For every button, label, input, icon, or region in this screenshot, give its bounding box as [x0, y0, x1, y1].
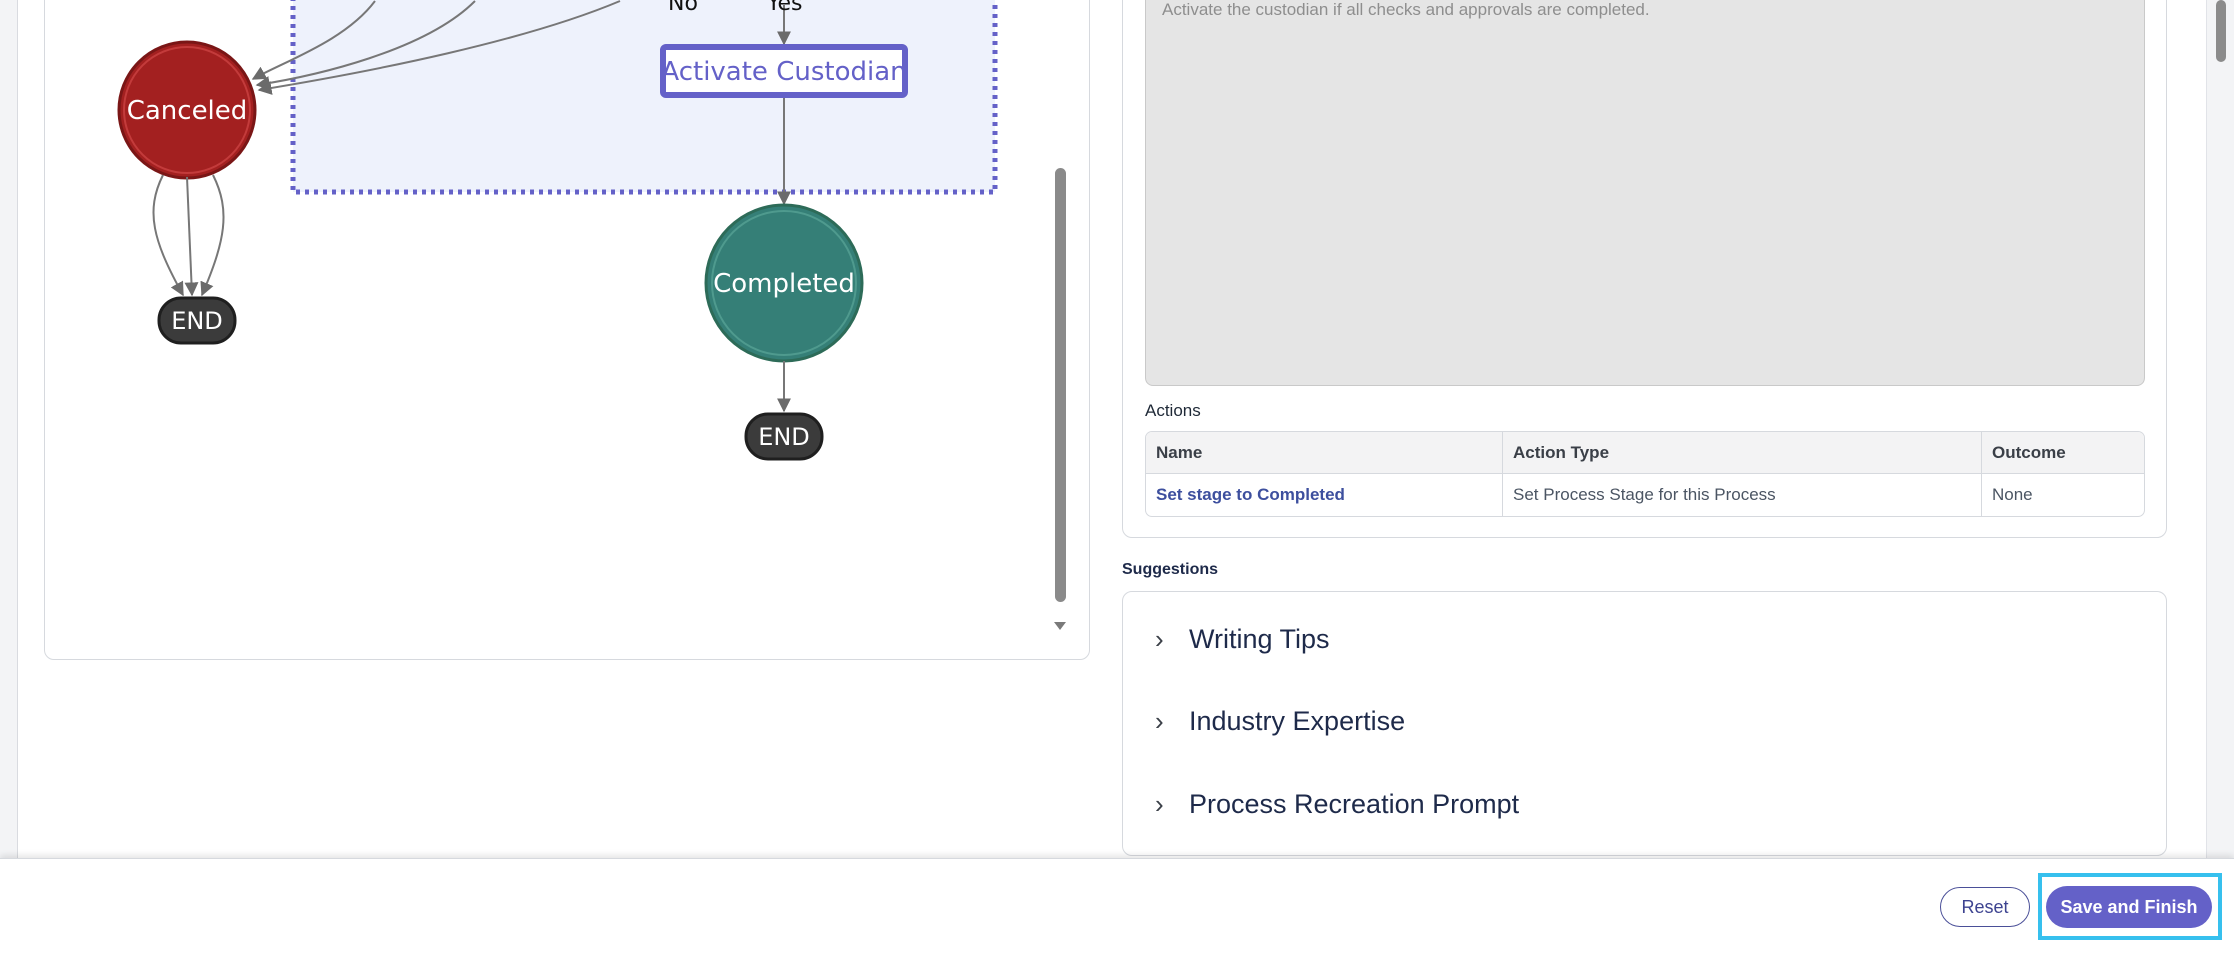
suggestion-process-recreation-prompt[interactable]: › Process Recreation Prompt: [1155, 789, 1519, 820]
process-diagram: No Yes Activate Custodian Canceled END C…: [117, 0, 998, 461]
actions-table: Name Action Type Outcome Set stage to Co…: [1145, 431, 2145, 517]
stage-description-text: Activate the custodian if all checks and…: [1162, 0, 1650, 19]
stage-details-panel: Activate the custodian if all checks and…: [1122, 0, 2167, 538]
actions-heading: Actions: [1145, 401, 1201, 420]
action-outcome-cell: None: [1992, 485, 2033, 504]
suggestion-industry-expertise[interactable]: › Industry Expertise: [1155, 706, 1405, 737]
footer-action-bar: [0, 858, 2234, 954]
diagram-scroll-down-icon[interactable]: [1054, 622, 1066, 630]
suggestions-heading: Suggestions: [1122, 561, 1219, 578]
stage-description-field[interactable]: Activate the custodian if all checks and…: [1145, 0, 2145, 386]
suggestions-panel: › Writing Tips › Industry Expertise › Pr…: [1122, 591, 2167, 856]
canceled-end-label: END: [171, 307, 223, 335]
app-stage: No Yes Activate Custodian Canceled END C…: [0, 0, 2234, 954]
canceled-label: Canceled: [127, 96, 248, 126]
completed-label: Completed: [713, 269, 855, 299]
save-and-finish-button[interactable]: Save and Finish: [2046, 886, 2212, 928]
page-scrollbar-track[interactable]: [2206, 0, 2234, 858]
chevron-right-icon: ›: [1155, 789, 1164, 819]
chevron-right-icon: ›: [1155, 624, 1164, 654]
chevron-right-icon: ›: [1155, 706, 1164, 736]
suggestion-label: Process Recreation Prompt: [1189, 789, 1520, 819]
table-row[interactable]: Set stage to Completed Set Process Stage…: [1146, 474, 2144, 516]
suggestion-writing-tips[interactable]: › Writing Tips: [1155, 624, 1330, 655]
reset-button[interactable]: Reset: [1940, 887, 2030, 927]
left-frame-edge: [0, 0, 18, 858]
branch-label-no: No: [668, 0, 698, 16]
column-header-action-type[interactable]: Action Type: [1503, 432, 1982, 473]
completed-end-label: END: [758, 423, 810, 451]
page-scrollbar-thumb[interactable]: [2216, 0, 2226, 62]
edge-canceled-end-1: [152, 174, 184, 297]
column-header-name[interactable]: Name: [1146, 432, 1503, 473]
action-name-link[interactable]: Set stage to Completed: [1146, 474, 1503, 516]
diagram-scrollbar-thumb[interactable]: [1055, 168, 1066, 602]
suggestion-label: Writing Tips: [1189, 624, 1330, 654]
action-type-cell: Set Process Stage for this Process: [1503, 474, 1982, 516]
suggestion-label: Industry Expertise: [1189, 706, 1406, 736]
activate-custodian-label: Activate Custodian: [661, 57, 906, 87]
edge-canceled-end-3: [200, 174, 225, 297]
edge-canceled-end-2: [184, 176, 199, 297]
process-diagram-panel: No Yes Activate Custodian Canceled END C…: [44, 0, 1090, 660]
branch-label-yes: Yes: [766, 0, 803, 16]
actions-table-header: Name Action Type Outcome: [1146, 432, 2144, 474]
column-header-outcome[interactable]: Outcome: [1982, 432, 2144, 473]
